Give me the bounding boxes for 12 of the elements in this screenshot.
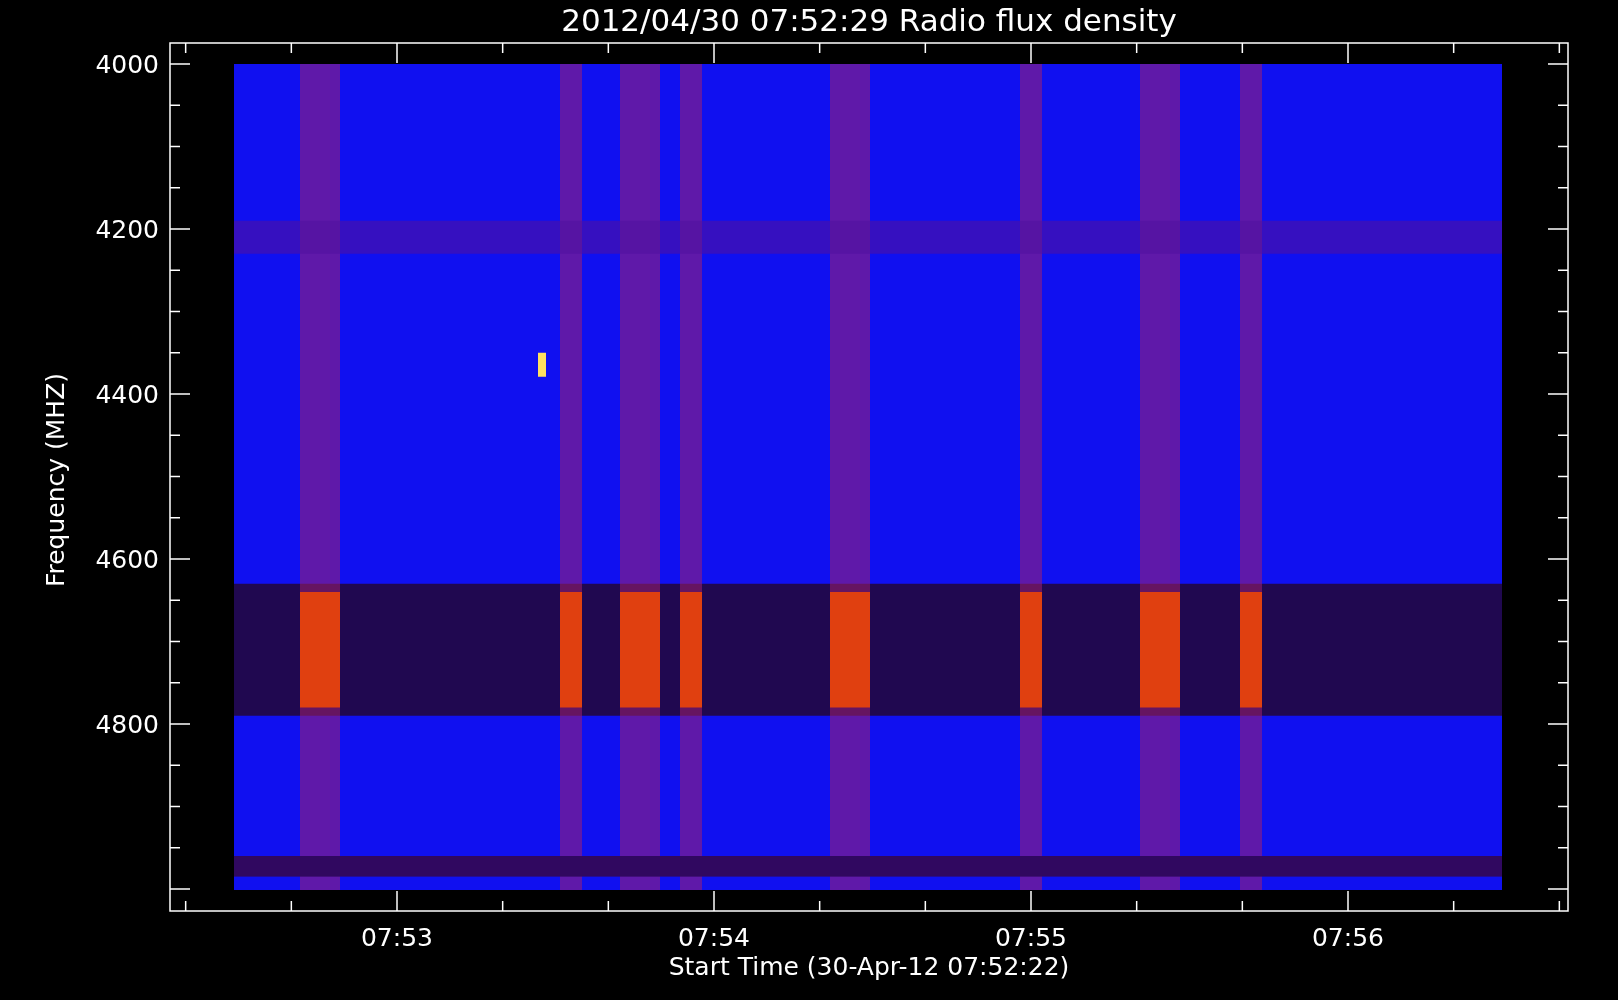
y-tick-label: 4200	[95, 215, 159, 244]
x-tick-label: 07:55	[995, 923, 1067, 952]
x-tick-label: 07:54	[678, 923, 750, 952]
y-tick-label: 4000	[95, 50, 159, 79]
x-tick-label: 07:56	[1312, 923, 1384, 952]
x-axis-title: Start Time (30-Apr-12 07:52:22)	[668, 952, 1070, 981]
y-axis-title: Frequency (MHZ)	[41, 372, 70, 588]
chart-title: 2012/04/30 07:52:29 Radio flux density	[561, 2, 1177, 38]
x-tick-label: 07:53	[361, 923, 433, 952]
y-tick-label: 4600	[95, 545, 159, 574]
y-tick-label: 4400	[95, 380, 159, 409]
y-tick-label: 4800	[95, 710, 159, 739]
